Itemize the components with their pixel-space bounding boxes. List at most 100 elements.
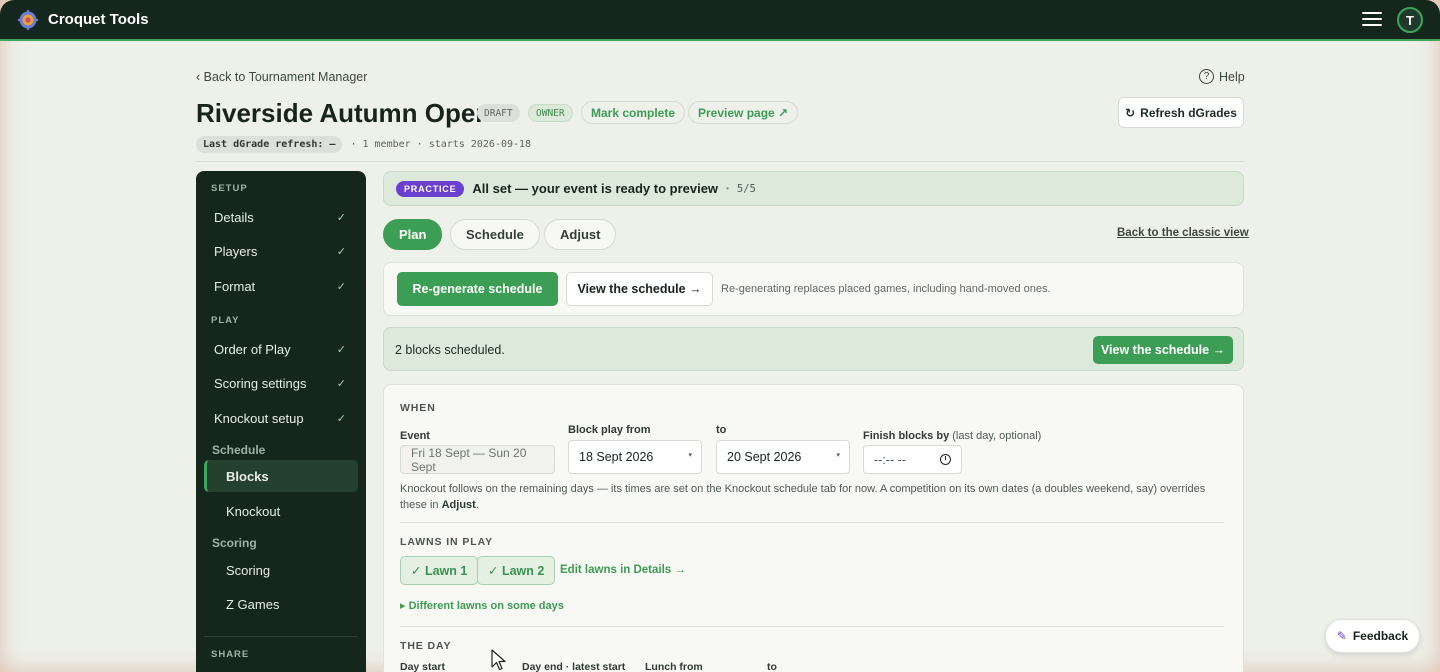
when-card: WHEN Event Fri 18 Sept — Sun 20 Sept Blo… — [383, 384, 1244, 672]
sidebar-item-z-games[interactable]: Z Games — [204, 588, 358, 620]
feedback-icon: ✎ — [1336, 629, 1347, 643]
sidebar-item-details[interactable]: Details ✓ — [204, 202, 358, 232]
refresh-dgrades-button[interactable]: ↻ Refresh dGrades — [1118, 97, 1244, 128]
check-icon: ✓ — [336, 343, 346, 356]
tab-schedule[interactable]: Schedule — [450, 219, 540, 250]
to-label: to — [716, 424, 727, 436]
sidebar-item-label: Order of Play — [214, 341, 291, 357]
check-icon: ✓ — [336, 377, 346, 390]
sidebar-item-knockout-setup[interactable]: Knockout setup ✓ — [204, 403, 358, 433]
sidebar-item-label: Format — [214, 278, 256, 294]
mouse-cursor-icon — [491, 649, 506, 671]
knockout-help-text: Knockout follows on the remaining days —… — [400, 481, 1230, 513]
mark-complete-button[interactable]: Mark complete — [581, 101, 686, 124]
lawn-2-toggle[interactable]: ✓ Lawn 2 — [477, 556, 556, 585]
view-schedule-button[interactable]: View the schedule → — [566, 272, 713, 306]
draft-badge: DRAFT — [477, 104, 520, 122]
sidebar-item-label: Players — [214, 243, 258, 259]
from-value: 18 Sept 2026 — [579, 450, 654, 464]
view-schedule-primary-button[interactable]: View the schedule → — [1093, 336, 1233, 364]
the-day-heading: THE DAY — [400, 640, 452, 652]
help-text-adjust: Adjust — [441, 499, 476, 511]
finish-optional-text: (last day, optional) — [952, 430, 1042, 442]
feedback-label: Feedback — [1352, 629, 1409, 643]
tab-adjust[interactable]: Adjust — [544, 219, 617, 250]
check-icon: ✓ — [336, 211, 346, 224]
card-divider — [400, 626, 1224, 627]
refresh-label: Refresh dGrades — [1140, 105, 1237, 120]
sidebar-item-knockout[interactable]: Knockout — [204, 495, 358, 527]
sidebar-item-scoring[interactable]: Scoring — [204, 554, 358, 586]
check-icon: ✓ — [336, 412, 346, 425]
page-title: Riverside Autumn Open — [196, 98, 492, 128]
regenerate-note: Re-generating replaces placed games, inc… — [721, 283, 1051, 295]
status-bar: PRACTICE All set — your event is ready t… — [383, 171, 1244, 206]
finish-time-value: --:-- -- — [874, 452, 906, 467]
dgrade-refresh-chip: Last dGrade refresh: — — [196, 136, 343, 153]
hamburger-menu-icon[interactable] — [1362, 12, 1382, 28]
chevron-down-icon: ▾ — [836, 452, 840, 459]
regenerate-schedule-button[interactable]: Re-generate schedule — [397, 272, 558, 306]
edit-lawns-link[interactable]: Edit lawns in Details → — [560, 564, 686, 576]
question-icon: ? — [1199, 69, 1214, 84]
sidebar-section-setup: SETUP — [211, 183, 248, 194]
check-icon: ✓ — [336, 245, 346, 258]
blocks-scheduled-bar: 2 blocks scheduled. View the schedule → — [383, 327, 1244, 371]
refresh-icon: ↻ — [1125, 105, 1136, 120]
clock-icon[interactable] — [940, 454, 951, 465]
lawns-heading: LAWNS IN PLAY — [400, 536, 493, 548]
block-play-from-select[interactable]: 18 Sept 2026 ▾ — [568, 440, 702, 474]
block-play-to-select[interactable]: 20 Sept 2026 ▾ — [716, 440, 850, 474]
header-divider — [196, 161, 1244, 162]
blocks-scheduled-text: 2 blocks scheduled. — [395, 343, 505, 357]
status-count: 5/5 — [736, 182, 756, 195]
status-text: All set — your event is ready to preview — [472, 181, 719, 196]
sidebar-item-players[interactable]: Players ✓ — [204, 236, 358, 266]
sidebar-section-play: PLAY — [211, 315, 240, 326]
status-separator: • — [726, 184, 729, 193]
owner-badge: OWNER — [528, 104, 573, 122]
chevron-down-icon: ▾ — [688, 452, 692, 459]
classic-view-link[interactable]: Back to the classic view — [1117, 227, 1249, 239]
when-heading: WHEN — [400, 402, 436, 414]
help-label: Help — [1219, 69, 1245, 84]
lunch-to-label: to — [767, 661, 777, 672]
back-to-manager-link[interactable]: ‹ Back to Tournament Manager — [196, 70, 367, 84]
preview-page-link[interactable]: Preview page ↗ — [688, 101, 799, 124]
feedback-button[interactable]: ✎ Feedback — [1325, 619, 1420, 653]
sidebar: SETUP Details ✓ Players ✓ Format ✓ PLAY … — [196, 171, 366, 672]
app-title[interactable]: Croquet Tools — [48, 11, 149, 28]
help-text-end: . — [475, 499, 479, 511]
finish-time-input[interactable]: --:-- -- — [863, 445, 962, 474]
card-divider — [400, 522, 1224, 523]
regenerate-card: Re-generate schedule View the schedule →… — [383, 262, 1244, 316]
check-icon: ✓ — [336, 280, 346, 293]
finish-blocks-label: Finish blocks by (last day, optional) — [863, 430, 1041, 442]
sidebar-group-schedule: Schedule — [212, 443, 266, 457]
avatar[interactable]: T — [1397, 7, 1423, 33]
app-frame: Croquet Tools T ‹ Back to Tournament Man… — [0, 0, 1440, 672]
help-text-part: Knockout follows on the remaining days —… — [400, 483, 1206, 511]
meta-row: Last dGrade refresh: — · 1 member · star… — [196, 136, 531, 153]
lawn-1-toggle[interactable]: ✓ Lawn 1 — [400, 556, 479, 585]
block-play-from-label: Block play from — [568, 424, 651, 436]
sidebar-item-blocks[interactable]: Blocks — [204, 460, 358, 492]
gear-logo-icon[interactable] — [18, 10, 38, 30]
day-end-label: Day end · latest start — [522, 661, 626, 672]
tab-plan[interactable]: Plan — [383, 219, 443, 250]
event-label: Event — [400, 430, 430, 442]
finish-label-text: Finish blocks by — [863, 430, 950, 442]
event-dates-field: Fri 18 Sept — Sun 20 Sept — [400, 445, 555, 474]
sidebar-item-format[interactable]: Format ✓ — [204, 271, 358, 301]
sidebar-item-label: Details — [214, 209, 254, 225]
sidebar-item-scoring-settings[interactable]: Scoring settings ✓ — [204, 368, 358, 398]
day-start-label: Day start — [400, 661, 445, 672]
sidebar-divider — [204, 636, 358, 637]
sidebar-section-share: SHARE — [211, 649, 250, 660]
help-link[interactable]: ? Help — [1199, 69, 1245, 84]
to-value: 20 Sept 2026 — [727, 450, 802, 464]
practice-badge: PRACTICE — [396, 180, 465, 197]
sidebar-item-label: Scoring settings — [214, 375, 307, 391]
different-lawns-link[interactable]: ▸ Different lawns on some days — [400, 599, 564, 612]
sidebar-item-order-of-play[interactable]: Order of Play ✓ — [204, 334, 358, 364]
